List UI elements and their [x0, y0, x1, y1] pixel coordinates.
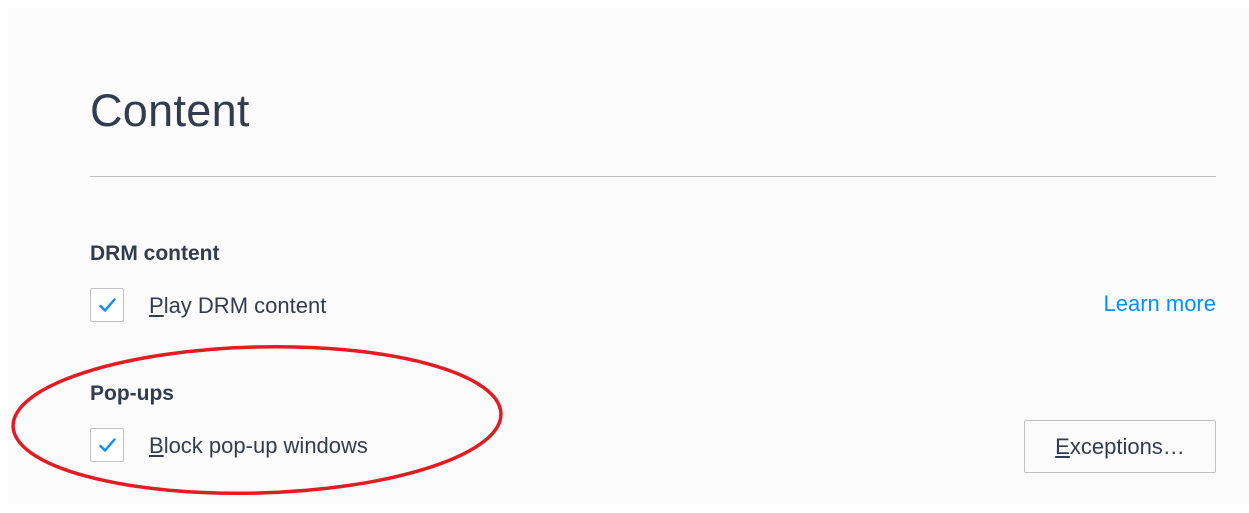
play-drm-label-text: lay DRM content — [163, 293, 327, 318]
block-popups-label-mnemonic: B — [149, 433, 164, 458]
play-drm-label[interactable]: Play DRM content — [149, 295, 326, 317]
title-divider — [90, 176, 1216, 177]
learn-more-link[interactable]: Learn more — [1103, 293, 1216, 315]
drm-section-heading: DRM content — [90, 242, 220, 265]
play-drm-label-mnemonic: P — [149, 293, 164, 318]
block-popups-label-text: lock pop-up windows — [163, 433, 368, 458]
page-title: Content — [90, 85, 250, 136]
play-drm-checkbox[interactable] — [90, 288, 124, 322]
checkmark-icon — [99, 298, 116, 312]
exceptions-button[interactable]: Exceptions… — [1024, 420, 1216, 473]
block-popups-label[interactable]: Block pop-up windows — [149, 435, 368, 457]
exceptions-button-mnemonic: E — [1055, 434, 1070, 459]
exceptions-button-text: xceptions… — [1069, 434, 1185, 459]
popups-section-heading: Pop-ups — [90, 382, 174, 405]
block-popups-checkbox[interactable] — [90, 428, 124, 462]
checkmark-icon — [99, 438, 116, 452]
